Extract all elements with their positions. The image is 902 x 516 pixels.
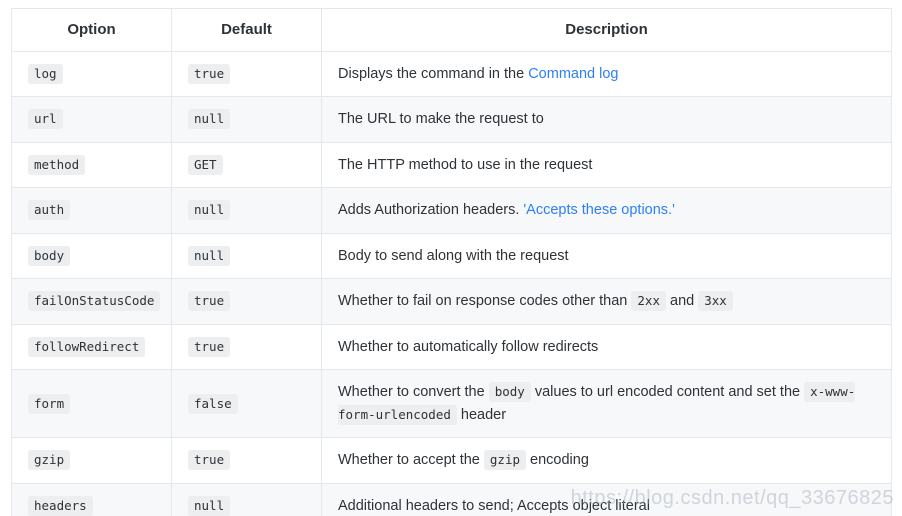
option-cell: auth: [11, 187, 172, 234]
default-value-code: false: [188, 393, 238, 414]
description-cell: Additional headers to send; Accepts obje…: [321, 482, 892, 516]
option-cell: headers: [11, 482, 172, 516]
description-cell: Displays the command in the Command log: [321, 50, 892, 98]
option-name-code: headers: [28, 495, 93, 516]
option-name-code: log: [28, 64, 63, 84]
option-name-code: url: [28, 109, 63, 130]
option-cell: method: [11, 141, 172, 189]
default-cell: null: [171, 232, 322, 280]
description-cell: The HTTP method to use in the request: [321, 141, 892, 189]
description-cell: Adds Authorization headers. 'Accepts the…: [321, 187, 892, 234]
default-cell: null: [171, 96, 322, 143]
default-cell: true: [171, 323, 322, 371]
default-value-code: true: [188, 336, 231, 357]
default-cell: false: [171, 369, 322, 439]
description-text: The HTTP method to use in the request: [338, 156, 593, 173]
option-name-code: form: [28, 393, 71, 414]
default-cell: true: [171, 278, 322, 325]
description-text: header: [456, 406, 507, 423]
option-name-code: auth: [28, 200, 71, 221]
table-header: Option Default Description: [11, 8, 892, 52]
table-row: followRedirect true Whether to automatical…: [11, 323, 892, 371]
description-text: Adds Authorization headers.: [338, 202, 524, 219]
default-value-code: null: [188, 495, 231, 516]
table-body: log true Displays the command in the Comma…: [11, 50, 892, 516]
default-cell: true: [171, 437, 322, 484]
table-row: method GET The HTTP method to use in the r…: [11, 141, 892, 189]
option-name-code: failOnStatusCode: [28, 291, 161, 312]
description-text: Whether to fail on response codes other …: [338, 293, 632, 310]
option-cell: body: [11, 232, 172, 280]
table-row: form false Whether to convert the body val…: [11, 369, 892, 439]
default-value-code: true: [188, 450, 231, 471]
description-cell: Whether to accept the gzip encoding: [321, 437, 892, 484]
option-name-code: followRedirect: [28, 336, 146, 357]
default-cell: GET: [171, 141, 322, 189]
table-row: gzip true Whether to accept the gzip encod…: [11, 437, 892, 484]
description-text: Body to send along with the request: [338, 247, 569, 264]
description-text: Whether to convert the: [338, 384, 489, 401]
description-text: Whether to accept the: [338, 452, 484, 469]
description-text: values to url encoded content and set th…: [530, 384, 805, 401]
description-cell: Body to send along with the request: [321, 232, 892, 280]
option-cell: failOnStatusCode: [11, 278, 172, 325]
inline-code: 3xx: [698, 291, 733, 312]
option-cell: url: [11, 96, 172, 143]
options-table-container: Option Default Description log true Displa…: [0, 0, 902, 516]
description-cell: The URL to make the request to: [321, 96, 892, 143]
column-header-default: Default: [171, 8, 322, 52]
default-value-code: null: [188, 245, 231, 266]
option-name-code: gzip: [28, 450, 71, 471]
table-row: auth null Adds Authorization headers. 'Acc…: [11, 187, 892, 234]
default-value-code: GET: [188, 154, 223, 175]
table-row: headers null Additional headers to send; A…: [11, 482, 892, 516]
table-row: url null The URL to make the request to: [11, 96, 892, 143]
option-cell: gzip: [11, 437, 172, 484]
default-value-code: true: [188, 291, 231, 312]
option-name-code: method: [28, 154, 86, 175]
description-cell: Whether to fail on response codes other …: [321, 278, 892, 325]
option-cell: log: [11, 50, 172, 98]
description-link[interactable]: 'Accepts these options.': [523, 202, 674, 218]
description-cell: Whether to convert the body values to ur…: [321, 369, 892, 439]
table-row: log true Displays the command in the Comma…: [11, 50, 892, 98]
default-value-code: true: [188, 64, 231, 84]
inline-code: body: [488, 382, 531, 403]
column-header-description: Description: [321, 8, 892, 52]
description-text: and: [665, 293, 699, 310]
table-row: failOnStatusCode true Whether to fail on r…: [11, 278, 892, 325]
table-header-row: Option Default Description: [11, 8, 892, 52]
table-row: body null Body to send along with the requ…: [11, 232, 892, 280]
default-cell: null: [171, 482, 322, 516]
default-cell: null: [171, 187, 322, 234]
description-text: Displays the command in the: [338, 66, 529, 82]
description-text: The URL to make the request to: [338, 111, 544, 128]
option-cell: form: [11, 369, 172, 439]
description-text: Whether to automatically follow redirect…: [338, 338, 599, 355]
description-cell: Whether to automatically follow redirect…: [321, 323, 892, 371]
description-link[interactable]: Command log: [528, 66, 618, 82]
description-text: encoding: [526, 452, 589, 469]
default-value-code: null: [188, 200, 231, 221]
description-text: Additional headers to send; Accepts obje…: [338, 497, 650, 514]
default-value-code: null: [188, 109, 231, 130]
inline-code: 2xx: [631, 291, 666, 312]
request-options-table: Option Default Description log true Displa…: [11, 8, 892, 516]
inline-code: gzip: [483, 450, 526, 471]
default-cell: true: [171, 50, 322, 98]
column-header-option: Option: [11, 8, 172, 52]
option-name-code: body: [28, 245, 71, 266]
option-cell: followRedirect: [11, 323, 172, 371]
